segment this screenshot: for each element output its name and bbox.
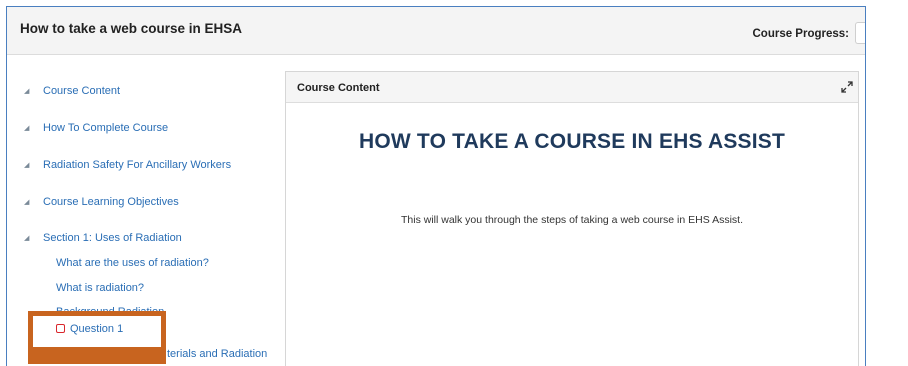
course-progress-label: Course Progress:: [752, 28, 849, 40]
quiz-checkbox-icon: [56, 324, 65, 333]
outline-subitem-background-radiation[interactable]: Background Radiation: [56, 306, 164, 318]
question-label: Question 1: [70, 323, 124, 335]
course-content-panel: Course Content HOW TO TAKE A COURSE IN E…: [285, 71, 859, 366]
outline-subitem-uses-of-radiation[interactable]: What are the uses of radiation?: [56, 257, 209, 269]
outline-subitem-what-is-radiation[interactable]: What is radiation?: [56, 282, 144, 294]
course-header: How to take a web course in EHSA Course …: [7, 7, 865, 55]
outline-subitem-question-1[interactable]: Question 1: [56, 323, 123, 335]
highlight-box-bottom: [28, 352, 166, 364]
course-outline-sidebar: ◢ Course Content ◢ How To Complete Cours…: [7, 56, 275, 366]
panel-header: Course Content: [286, 72, 858, 103]
outline-item-label: How To Complete Course: [43, 122, 169, 134]
course-intro-text: This will walk you through the steps of …: [401, 214, 743, 226]
collapse-triangle-icon[interactable]: ◢: [24, 161, 29, 169]
course-heading: HOW TO TAKE A COURSE IN EHS ASSIST: [358, 130, 786, 153]
collapse-triangle-icon[interactable]: ◢: [24, 87, 29, 95]
collapse-triangle-icon[interactable]: ◢: [24, 124, 29, 132]
outline-item-section-partial[interactable]: terials and Radiation: [167, 348, 267, 360]
outline-item-label: Radiation Safety For Ancillary Workers: [43, 159, 232, 171]
collapse-triangle-icon[interactable]: ◢: [24, 198, 29, 206]
course-progress-bar: [855, 22, 865, 44]
expand-icon[interactable]: [841, 81, 853, 93]
course-window: How to take a web course in EHSA Course …: [6, 6, 866, 366]
outline-item-label: Course Learning Objectives: [43, 196, 179, 208]
outline-item-label: Section 1: Uses of Radiation: [43, 232, 182, 244]
course-title: How to take a web course in EHSA: [20, 21, 243, 36]
outline-item-label: Course Content: [43, 85, 121, 97]
panel-title: Course Content: [297, 82, 380, 94]
collapse-triangle-icon[interactable]: ◢: [24, 234, 29, 242]
